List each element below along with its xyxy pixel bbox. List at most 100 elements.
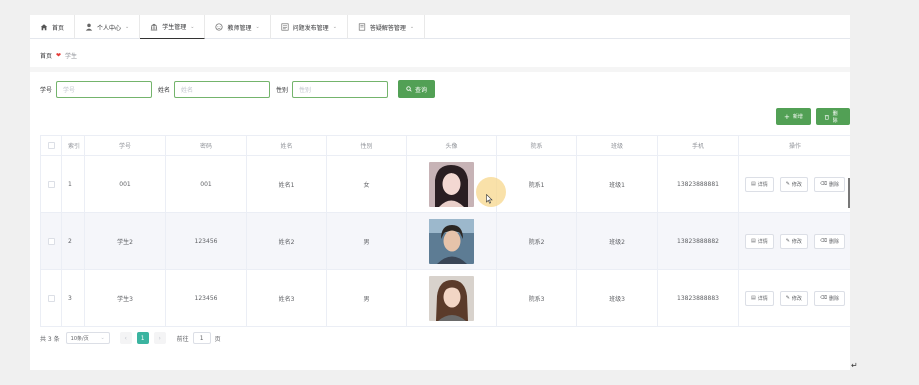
gender-input[interactable]: 性别 — [292, 80, 389, 98]
page-number-current[interactable]: 1 — [136, 332, 149, 344]
student-no-input[interactable]: 学号 — [56, 80, 153, 98]
cell-phone: 13823888881 — [658, 156, 739, 212]
edit-button[interactable]: ✎ 修改 — [779, 290, 808, 306]
cell-class: 班级2 — [577, 213, 658, 269]
top-nav: 首页 个人中心 ⌄ 学生管理 ⌄ 教师管理 ⌄ 问题发布管理 ⌄ 答疑解答管理 … — [30, 15, 850, 39]
add-button[interactable]: + 新增 — [776, 108, 811, 125]
edit-button[interactable]: ✎ 修改 — [779, 176, 808, 192]
cell-password: 001 — [166, 156, 247, 212]
bank-icon — [151, 23, 158, 30]
cell-gender: 男 — [327, 270, 407, 326]
nav-item-label: 答疑解答管理 — [369, 24, 406, 32]
header-gender: 性别 — [327, 136, 407, 155]
goto-page-input[interactable]: 1 — [192, 332, 211, 344]
header-dept: 院系 — [497, 136, 577, 155]
chevron-left-icon: ‹ — [124, 334, 127, 342]
table-row[interactable]: 3 学生3 123456 姓名3 男 院系3 班级3 13823888883 ▤… — [40, 270, 850, 327]
row-checkbox[interactable] — [40, 156, 62, 212]
name-label: 姓名 — [158, 86, 171, 94]
return-arrow-icon: ↵ — [851, 361, 858, 370]
divider — [30, 67, 850, 72]
nav-item-students[interactable]: 学生管理 ⌄ — [140, 15, 206, 39]
heart-icon: ❤ — [56, 52, 62, 59]
add-button-label: 新增 — [792, 114, 803, 120]
page-unit-label: 页 — [214, 335, 221, 343]
cell-name: 姓名1 — [247, 156, 327, 212]
face-icon — [215, 23, 224, 31]
nav-item-answers[interactable]: 答疑解答管理 ⌄ — [348, 15, 426, 39]
gender-label: 性别 — [276, 86, 289, 94]
delete-row-label: 删除 — [829, 238, 840, 245]
nav-item-label: 个人中心 — [97, 24, 122, 32]
trash-icon: ⌫ — [819, 181, 828, 187]
detail-button[interactable]: ▤ 详情 — [744, 290, 774, 306]
table-row[interactable]: 1 001 001 姓名1 女 院系1 班级1 13823888881 ▤详情 — [40, 156, 850, 213]
mouse-cursor-icon — [486, 194, 493, 204]
header-actions: 操作 — [739, 136, 850, 155]
header-avatar: 头像 — [407, 136, 497, 155]
cell-password: 123456 — [166, 270, 247, 326]
query-button[interactable]: 查询 — [398, 80, 436, 98]
cell-dept: 院系3 — [497, 270, 577, 326]
delete-selected-button[interactable]: 删除 — [816, 108, 850, 125]
table-row[interactable]: 2 学生2 123456 姓名2 男 院系2 班级2 13823888882 ▤… — [40, 213, 850, 270]
detail-button[interactable]: ▤ 详情 — [744, 233, 774, 249]
chevron-down-icon: ⌄ — [190, 23, 195, 30]
cell-actions: ▤ 详情 ✎ 修改 ⌫ 删除 — [739, 156, 850, 212]
header-password: 密码 — [166, 136, 247, 155]
book-icon — [358, 23, 366, 31]
nav-item-home[interactable]: 首页 — [30, 15, 76, 39]
user-icon — [85, 23, 93, 31]
cell-index: 2 — [62, 213, 85, 269]
header-index: 索引 — [62, 136, 85, 155]
page-size-select[interactable]: 10条/页 ⌄ — [65, 332, 110, 344]
edit-button-label: 修改 — [791, 181, 802, 188]
cell-dept: 院系2 — [497, 213, 577, 269]
cell-actions: ▤ 详情 ✎ 修改 ⌫ 删除 — [739, 213, 850, 269]
nav-item-questions[interactable]: 问题发布管理 ⌄ — [271, 15, 348, 39]
cell-name: 姓名3 — [247, 270, 327, 326]
delete-row-button[interactable]: ⌫ 删除 — [813, 176, 846, 192]
delete-row-label: 删除 — [829, 295, 840, 302]
pencil-icon: ✎ — [785, 181, 790, 187]
page-size-value: 10条/页 — [70, 335, 89, 342]
nav-item-teachers[interactable]: 教师管理 ⌄ — [205, 15, 271, 39]
nav-item-label: 教师管理 — [227, 24, 252, 32]
nav-item-personal[interactable]: 个人中心 ⌄ — [75, 15, 141, 39]
pencil-icon: ✎ — [785, 295, 790, 301]
name-input[interactable]: 姓名 — [174, 80, 271, 98]
chevron-down-icon: ⌄ — [255, 24, 260, 30]
breadcrumb-home[interactable]: 首页 — [40, 51, 52, 60]
cell-class: 班级1 — [577, 156, 658, 212]
chevron-down-icon: ⌄ — [100, 335, 105, 341]
row-checkbox[interactable] — [40, 213, 62, 269]
select-all-checkbox[interactable] — [40, 136, 62, 155]
document-icon: ▤ — [750, 238, 756, 244]
chevron-right-icon: › — [158, 334, 161, 342]
prev-page-button[interactable]: ‹ — [119, 332, 132, 344]
cell-password: 123456 — [166, 213, 247, 269]
search-form: 学号 学号 姓名 姓名 性别 性别 查询 — [40, 80, 436, 98]
avatar-image[interactable] — [429, 161, 474, 207]
pencil-icon: ✎ — [785, 238, 790, 244]
avatar-image[interactable] — [429, 275, 474, 321]
detail-button-label: 详情 — [757, 181, 768, 188]
avatar-image[interactable] — [429, 218, 474, 264]
cell-actions: ▤ 详情 ✎ 修改 ⌫ 删除 — [739, 270, 850, 326]
row-checkbox[interactable] — [40, 270, 62, 326]
scrollbar-thumb[interactable] — [848, 178, 850, 208]
cell-index: 1 — [62, 156, 85, 212]
header-student-no: 学号 — [85, 136, 166, 155]
detail-button[interactable]: ▤ 详情 — [744, 176, 774, 192]
delete-row-button[interactable]: ⌫ 删除 — [813, 290, 846, 306]
delete-row-button[interactable]: ⌫ 删除 — [813, 233, 846, 249]
student-table: 索引 学号 密码 姓名 性别 头像 院系 班级 手机 操作 1 001 001 … — [40, 135, 850, 327]
edit-button[interactable]: ✎ 修改 — [779, 233, 808, 249]
next-page-button[interactable]: › — [153, 332, 166, 344]
header-phone: 手机 — [658, 136, 739, 155]
app-window: 首页 个人中心 ⌄ 学生管理 ⌄ 教师管理 ⌄ 问题发布管理 ⌄ 答疑解答管理 … — [30, 15, 850, 370]
pagination: 共 3 条 10条/页 ⌄ ‹ 1 › 前往 1 页 — [40, 332, 221, 344]
table-header: 索引 学号 密码 姓名 性别 头像 院系 班级 手机 操作 — [40, 136, 850, 156]
delete-button-label: 删除 — [832, 110, 838, 124]
breadcrumb: 首页 ❤ 学生 — [40, 51, 77, 60]
